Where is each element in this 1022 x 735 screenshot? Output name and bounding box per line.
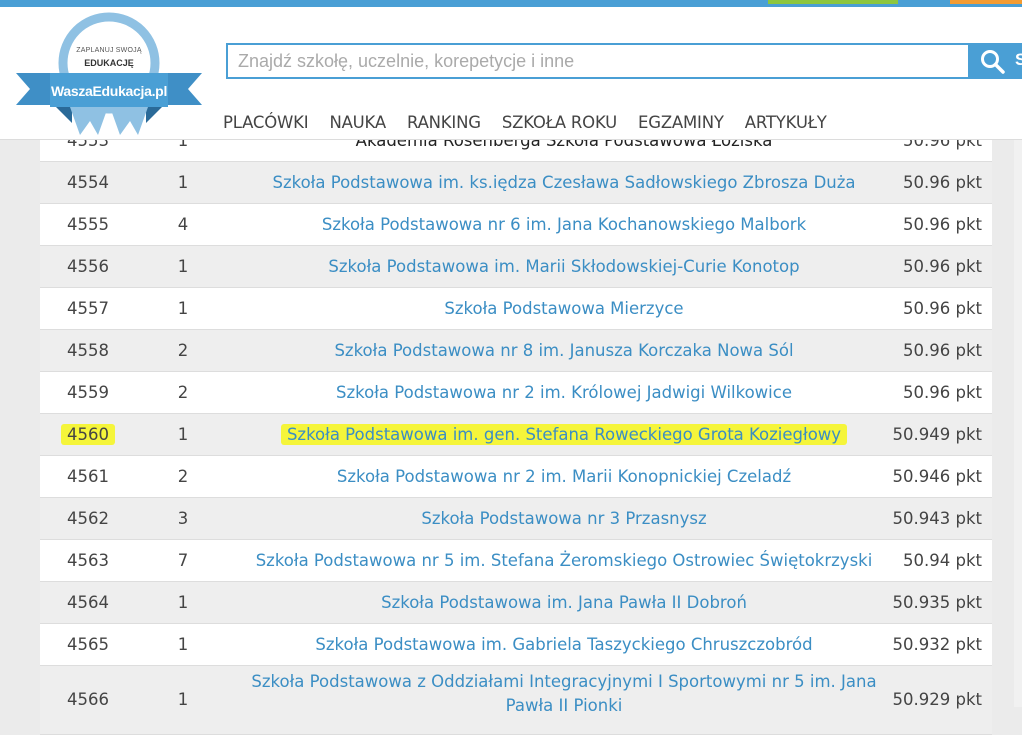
score-cell: 50.96 pkt <box>903 383 982 402</box>
rank-cell: 4560 <box>40 414 136 455</box>
table-row: 4562 3 Szkoła Podstawowa nr 3 Przasnysz … <box>40 498 992 540</box>
logo-tagline-top: ZAPLANUJ SWOJĄ <box>76 47 142 54</box>
nav-szkola-roku[interactable]: SZKOŁA ROKU <box>502 111 617 135</box>
nav-placowki[interactable]: PLACÓWKI <box>223 111 309 135</box>
score-cell: 50.96 pkt <box>903 341 982 360</box>
count-cell: 3 <box>177 509 189 528</box>
score-cell: 50.929 pkt <box>892 690 982 709</box>
main-nav: PLACÓWKI NAUKA RANKING SZKOŁA ROKU EGZAM… <box>223 111 848 135</box>
rank-cell: 4554 <box>67 173 109 192</box>
score-cell: 50.949 pkt <box>892 425 982 444</box>
search-button-label: S <box>1015 50 1022 69</box>
school-link[interactable]: Szkoła Podstawowa nr 6 im. Jana Kochanow… <box>236 204 892 245</box>
score-cell: 50.96 pkt <box>903 215 982 234</box>
count-cell: 2 <box>177 383 189 402</box>
score-cell: 50.96 pkt <box>903 257 982 276</box>
top-accent-orange <box>950 0 1022 4</box>
school-link[interactable]: Szkoła Podstawowa nr 2 im. Marii Konopni… <box>236 456 892 497</box>
nav-ranking[interactable]: RANKING <box>407 111 481 135</box>
count-cell: 2 <box>177 467 189 486</box>
count-cell: 1 <box>177 299 189 318</box>
table-row: 4565 1 Szkoła Podstawowa im. Gabriela Ta… <box>40 624 992 666</box>
count-cell: 1 <box>177 425 189 444</box>
count-cell: 2 <box>177 341 189 360</box>
score-cell: 50.94 pkt <box>903 551 982 570</box>
search-icon <box>981 50 1005 74</box>
page-scrollbar[interactable] <box>1014 140 1022 707</box>
table-row: 4561 2 Szkoła Podstawowa nr 2 im. Marii … <box>40 456 992 498</box>
highlighted-school-name: Szkoła Podstawowa im. gen. Stefana Rowec… <box>280 424 848 445</box>
score-cell: 50.96 pkt <box>903 173 982 192</box>
score-cell: 50.96 pkt <box>903 299 982 318</box>
table-row: 4563 7 Szkoła Podstawowa nr 5 im. Stefan… <box>40 540 992 582</box>
table-row: 4564 1 Szkoła Podstawowa im. Jana Pawła … <box>40 582 992 624</box>
school-link[interactable]: Szkoła Podstawowa im. Gabriela Taszyckie… <box>236 624 892 665</box>
rank-cell: 4563 <box>67 551 109 570</box>
school-link[interactable]: Szkoła Podstawowa nr 2 im. Królowej Jadw… <box>236 372 892 413</box>
table-row: 4556 1 Szkoła Podstawowa im. Marii Skłod… <box>40 246 992 288</box>
rank-cell: 4566 <box>67 690 109 709</box>
count-cell: 1 <box>177 690 189 709</box>
school-link[interactable]: Szkoła Podstawowa im. Jana Pawła II Dobr… <box>236 582 892 623</box>
rank-cell: 4557 <box>67 299 109 318</box>
search-button[interactable]: S <box>968 43 1022 79</box>
rank-cell: 4556 <box>67 257 109 276</box>
count-cell: 7 <box>177 551 189 570</box>
rank-cell: 4561 <box>67 467 109 486</box>
nav-nauka[interactable]: NAUKA <box>329 111 386 135</box>
school-link[interactable]: Szkoła Podstawowa nr 5 im. Stefana Żerom… <box>236 540 892 581</box>
school-link[interactable]: Szkoła Podstawowa Mierzyce <box>236 288 892 329</box>
rank-cell: 4562 <box>67 509 109 528</box>
rank-cell: 4558 <box>67 341 109 360</box>
rank-cell: 4559 <box>67 383 109 402</box>
table-row: 4558 2 Szkoła Podstawowa nr 8 im. Janusz… <box>40 330 992 372</box>
nav-egzaminy[interactable]: EGZAMINY <box>638 111 724 135</box>
school-link[interactable]: Szkoła Podstawowa im. gen. Stefana Rowec… <box>236 414 892 455</box>
table-row: 4557 1 Szkoła Podstawowa Mierzyce 50.96 … <box>40 288 992 330</box>
table-row: 4554 1 Szkoła Podstawowa im. ks.iędza Cz… <box>40 162 992 204</box>
logo-tagline-mid: EDUKACJĘ <box>84 58 134 68</box>
count-cell: 1 <box>177 635 189 654</box>
highlighted-rank: 4560 <box>61 424 115 445</box>
count-cell: 1 <box>177 173 189 192</box>
nav-artykuly[interactable]: ARTYKUŁY <box>745 111 827 135</box>
table-row-highlighted: 4560 1 Szkoła Podstawowa im. gen. Stefan… <box>40 414 992 456</box>
site-logo[interactable]: ZAPLANUJ SWOJĄ EDUKACJĘ WaszaEdukacja.pl <box>12 11 202 139</box>
table-row: 4559 2 Szkoła Podstawowa nr 2 im. Królow… <box>40 372 992 414</box>
school-link[interactable]: Szkoła Podstawowa im. ks.iędza Czesława … <box>236 162 892 203</box>
score-cell: 50.932 pkt <box>892 635 982 654</box>
rank-cell: 4565 <box>67 635 109 654</box>
school-link[interactable]: Szkoła Podstawowa z Oddziałami Integracy… <box>236 670 892 718</box>
count-cell: 1 <box>177 593 189 612</box>
school-link[interactable]: Szkoła Podstawowa nr 3 Przasnysz <box>236 498 892 539</box>
school-link[interactable]: Szkoła Podstawowa im. Marii Skłodowskiej… <box>236 246 892 287</box>
search-input[interactable] <box>226 43 988 79</box>
logo-badge-icon <box>16 12 202 135</box>
rank-cell: 4555 <box>67 215 109 234</box>
score-cell: 50.946 pkt <box>892 467 982 486</box>
school-link[interactable]: Szkoła Podstawowa nr 8 im. Janusza Korcz… <box>236 330 892 371</box>
logo-brand-name: WaszaEdukacja.pl <box>50 83 168 99</box>
ranking-table: 4553 1 Akademia Rosenberga Szkoła Podsta… <box>40 120 992 735</box>
count-cell: 4 <box>177 215 189 234</box>
count-cell: 1 <box>177 257 189 276</box>
site-header: ZAPLANUJ SWOJĄ EDUKACJĘ WaszaEdukacja.pl… <box>0 7 1022 140</box>
top-accent-green <box>768 0 898 4</box>
rank-cell: 4564 <box>67 593 109 612</box>
score-cell: 50.943 pkt <box>892 509 982 528</box>
score-cell: 50.935 pkt <box>892 593 982 612</box>
table-row: 4566 1 Szkoła Podstawowa z Oddziałami In… <box>40 666 992 735</box>
table-row: 4555 4 Szkoła Podstawowa nr 6 im. Jana K… <box>40 204 992 246</box>
